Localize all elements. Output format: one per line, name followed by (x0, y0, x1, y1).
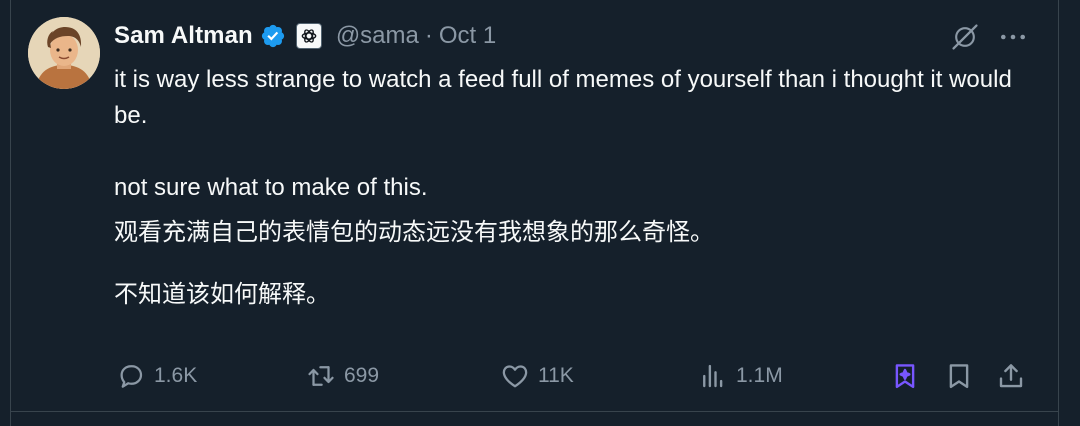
author-handle[interactable]: @sama (336, 22, 419, 50)
tweet-text-english-1: it is way less strange to watch a feed f… (114, 66, 1012, 129)
top-actions (948, 20, 1030, 54)
left-divider (10, 0, 11, 426)
avatar-illustration (28, 17, 100, 89)
views-icon (698, 361, 728, 391)
openai-logo-icon[interactable] (295, 23, 322, 49)
reply-count: 1.6K (154, 364, 198, 387)
meta-separator: · (424, 22, 433, 49)
views-button[interactable]: 1.1M (698, 356, 783, 396)
bookmark-icon (944, 361, 974, 391)
repost-count: 699 (344, 364, 380, 387)
more-options-icon[interactable] (996, 20, 1030, 54)
action-bar: 1.6K 699 11K 1.1M (114, 356, 1034, 396)
share-button[interactable] (996, 356, 1026, 396)
repost-button[interactable]: 699 (306, 356, 379, 396)
share-icon (996, 361, 1026, 391)
tweet-text-chinese-1: 观看充满自己的表情包的动态远没有我想象的那么奇怪。 (114, 218, 714, 246)
author-display-name[interactable]: Sam Altman (114, 22, 253, 50)
bottom-divider (10, 411, 1058, 412)
repost-icon (306, 361, 336, 391)
reply-icon (116, 361, 146, 391)
grok-bookmark-icon (890, 361, 920, 391)
grok-bookmark-button[interactable] (890, 356, 920, 396)
like-count: 11K (538, 364, 574, 387)
tweet-date[interactable]: Oct 1 (439, 22, 496, 50)
tweet-text-english-2: not sure what to make of this. (114, 174, 428, 201)
like-button[interactable]: 11K (500, 356, 574, 396)
verified-badge-icon (260, 23, 286, 49)
grok-icon[interactable] (948, 20, 982, 54)
tweet-card: Sam Altman @sama · Oct 1 it is way less … (0, 0, 1080, 426)
reply-button[interactable]: 1.6K (116, 356, 197, 396)
avatar[interactable] (28, 17, 100, 89)
bookmark-button[interactable] (944, 356, 974, 396)
tweet-body: it is way less strange to watch a feed f… (114, 62, 1044, 312)
tweet-header: Sam Altman @sama · Oct 1 (114, 18, 496, 54)
tweet-text-chinese-2: 不知道该如何解释。 (114, 280, 330, 308)
right-divider (1058, 0, 1059, 426)
like-icon (500, 361, 530, 391)
views-count: 1.1M (736, 364, 783, 387)
